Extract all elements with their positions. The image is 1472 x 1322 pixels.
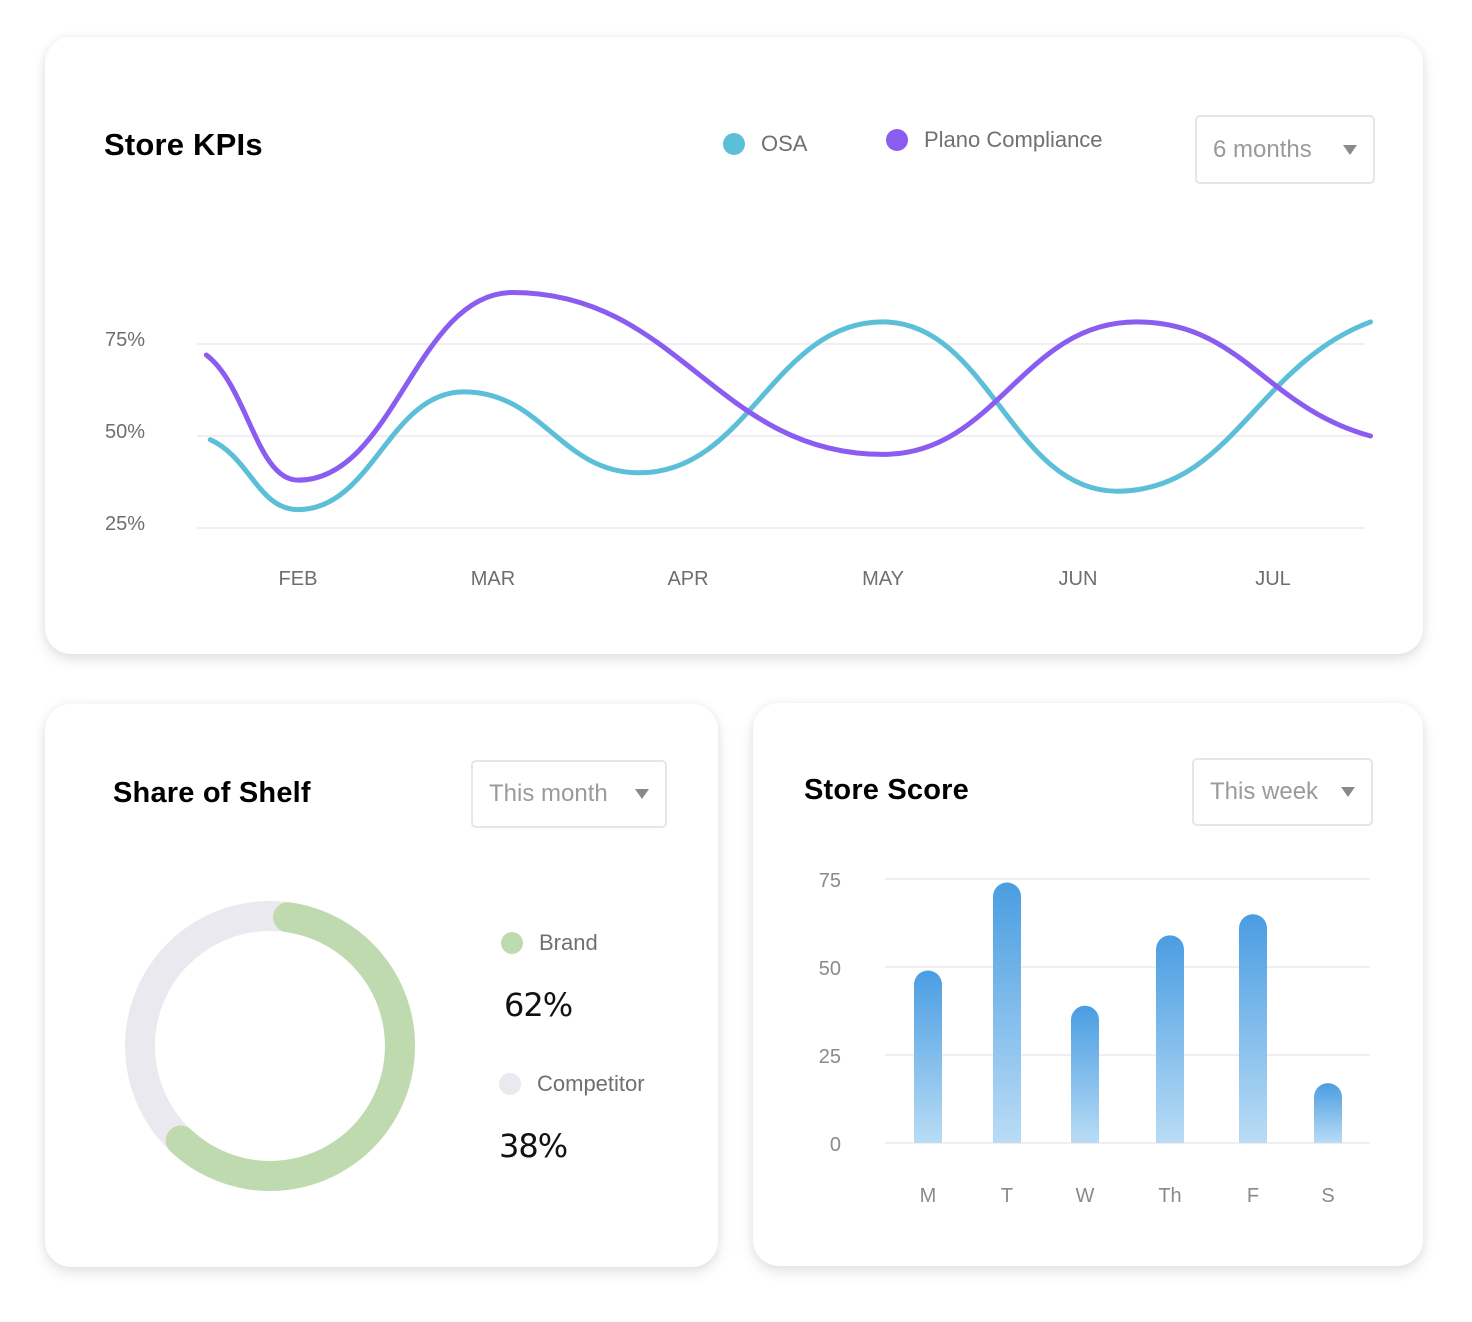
- x-tick-label: MAY: [862, 568, 904, 590]
- bar-m: [914, 970, 942, 1143]
- y-tick-label: 25%: [105, 513, 145, 535]
- bar-t: [993, 882, 1021, 1143]
- bar-th: [1156, 935, 1184, 1143]
- y-tick-label: 50%: [105, 421, 145, 443]
- x-tick-label: W: [1076, 1185, 1095, 1207]
- y-tick-label: 75: [819, 870, 841, 892]
- x-tick-label: F: [1247, 1185, 1259, 1207]
- range-dropdown[interactable]: This month: [471, 760, 667, 828]
- x-tick-label: M: [920, 1185, 937, 1207]
- x-tick-label: JUN: [1059, 568, 1098, 590]
- x-tick-label: Th: [1158, 1185, 1181, 1207]
- store-kpis-card: Store KPIs OSA Plano Compliance 6 months…: [45, 37, 1423, 654]
- legend-item-brand: Brand: [501, 930, 598, 956]
- caret-down-icon: [635, 789, 649, 799]
- legend-dot-icon: [501, 932, 523, 954]
- x-tick-label: T: [1001, 1185, 1013, 1207]
- line-chart: 25% 50% 75% FEB MAR APR MAY JUN JUL: [105, 289, 1373, 590]
- x-tick-label: APR: [667, 568, 708, 590]
- dropdown-value: This month: [489, 780, 608, 807]
- y-tick-label: 25: [819, 1046, 841, 1068]
- legend-label: Brand: [539, 930, 598, 955]
- donut-chart: [125, 901, 415, 1191]
- card-title: Share of Shelf: [113, 777, 311, 809]
- x-tick-label: MAR: [471, 568, 515, 590]
- x-tick-label: JUL: [1255, 568, 1291, 590]
- legend-item-competitor: Competitor: [499, 1071, 645, 1097]
- y-tick-label: 0: [830, 1134, 841, 1156]
- bar-w: [1071, 1005, 1099, 1143]
- competitor-percentage: 38%: [499, 1127, 568, 1165]
- legend-dot-icon: [499, 1073, 521, 1095]
- bar-s: [1314, 1083, 1342, 1143]
- x-tick-label: S: [1321, 1185, 1334, 1207]
- bar-f: [1239, 914, 1267, 1143]
- y-tick-label: 50: [819, 958, 841, 980]
- store-score-card: Store Score This week 0 25 50 75 M T W Th F S: [753, 703, 1423, 1266]
- share-of-shelf-card: Share of Shelf This month Brand 62% Comp…: [45, 704, 718, 1267]
- donut-slice-brand: [125, 901, 415, 1191]
- legend-label: Competitor: [537, 1071, 645, 1096]
- x-tick-label: FEB: [279, 568, 318, 590]
- y-tick-label: 75%: [105, 329, 145, 351]
- bar-chart: 0 25 50 75 M T W Th F S: [819, 870, 1370, 1207]
- brand-percentage: 62%: [504, 986, 573, 1024]
